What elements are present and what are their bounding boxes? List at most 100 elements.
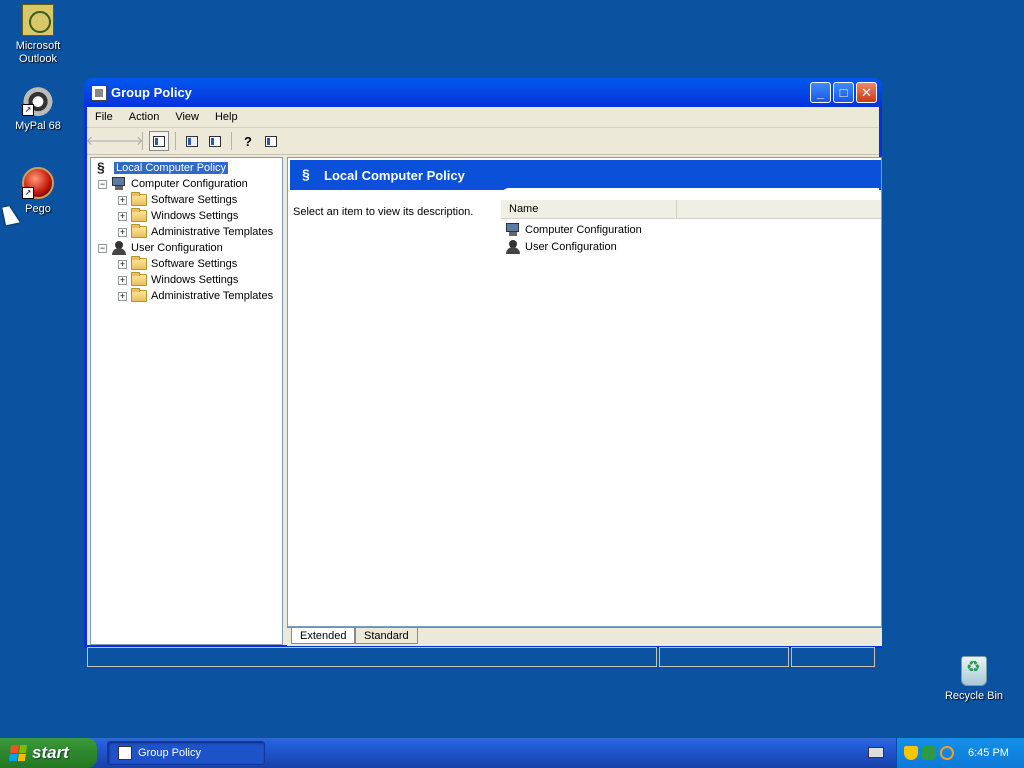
folder-icon [131, 192, 147, 206]
user-icon [111, 240, 127, 256]
status-cell [87, 647, 657, 667]
minimize-button[interactable]: _ [810, 82, 831, 103]
tree-item-user-administrative-templates[interactable]: + Administrative Templates [118, 288, 273, 304]
tab-extended[interactable]: Extended [291, 628, 356, 644]
mypal-icon: ↗ [22, 84, 54, 116]
system-tray: 6:45 PM [896, 738, 1024, 768]
show-hide-tree-icon[interactable] [149, 131, 169, 151]
tree-item-label: User Configuration [131, 242, 223, 254]
menu-file[interactable]: File [87, 111, 121, 123]
menu-bar: File Action View Help [87, 107, 879, 128]
list-item-label: User Configuration [525, 240, 617, 253]
tree-item-label: Administrative Templates [151, 290, 274, 302]
collapse-icon[interactable]: − [98, 179, 107, 189]
close-button[interactable]: ✕ [856, 82, 877, 103]
toolbar: 🡐 🡒 ? [86, 128, 879, 155]
folder-icon [131, 224, 147, 238]
desktop-icon-label: Microsoft Outlook [15, 40, 61, 65]
desktop-icon-recycle-bin[interactable]: Recycle Bin [934, 656, 1014, 703]
expand-icon[interactable]: + [118, 211, 127, 221]
menu-action[interactable]: Action [121, 111, 168, 123]
folder-icon [131, 288, 147, 302]
collapse-icon[interactable]: − [98, 243, 107, 253]
console-tree[interactable]: Local Computer Policy − Computer Configu… [90, 157, 283, 645]
desktop-icon-outlook[interactable]: Microsoft Outlook [0, 4, 78, 66]
export-list-icon[interactable] [205, 131, 225, 151]
outlook-icon [22, 4, 54, 36]
expand-icon[interactable]: + [118, 275, 127, 285]
tree-item-computer-administrative-templates[interactable]: + Administrative Templates [118, 224, 273, 240]
tree-item-label: Windows Settings [151, 274, 239, 286]
tree-item-label: Software Settings [151, 258, 238, 270]
tree-item-computer-configuration[interactable]: − Computer Configuration [98, 176, 248, 192]
user-icon [505, 239, 521, 255]
status-cell [791, 647, 875, 667]
result-pane[interactable]: Local Computer Policy Select an item to … [287, 157, 882, 627]
properties-icon[interactable] [182, 131, 202, 151]
start-button[interactable]: start [0, 738, 97, 768]
description-text: Select an item to view its description. [293, 206, 474, 218]
expand-icon[interactable]: + [118, 195, 127, 205]
menu-help[interactable]: Help [207, 111, 246, 123]
keyboard-icon[interactable] [868, 747, 884, 758]
security-shield-icon[interactable] [904, 746, 918, 760]
tree-item-label: Computer Configuration [131, 178, 248, 190]
tree-item-user-software-settings[interactable]: + Software Settings [118, 256, 237, 272]
window-titlebar[interactable]: Group Policy _ □ ✕ [87, 78, 879, 107]
banner-title: Local Computer Policy [324, 167, 465, 183]
expand-icon[interactable]: + [118, 227, 127, 237]
group-policy-app-icon [118, 746, 132, 760]
tree-item-user-windows-settings[interactable]: + Windows Settings [118, 272, 238, 288]
tree-item-label: Windows Settings [151, 210, 239, 222]
network-icon[interactable] [922, 746, 936, 760]
tree-item-computer-software-settings[interactable]: + Software Settings [118, 192, 237, 208]
folder-icon [131, 208, 147, 222]
taskbar-clock[interactable]: 6:45 PM [968, 747, 1009, 759]
desktop-icon-mypal[interactable]: ↗ MyPal 68 [0, 84, 78, 133]
computer-icon [111, 177, 127, 191]
tree-item-label: Administrative Templates [151, 226, 274, 238]
search-icon[interactable] [940, 746, 954, 760]
toolbar-separator [142, 132, 143, 150]
pego-icon: ↗ [22, 167, 54, 199]
tab-standard[interactable]: Standard [355, 628, 418, 644]
list-item[interactable]: Computer Configuration [501, 221, 881, 238]
forward-icon[interactable]: 🡒 [109, 131, 144, 151]
tree-item-user-configuration[interactable]: − User Configuration [98, 240, 223, 256]
desktop-icon-label: MyPal 68 [15, 120, 61, 132]
taskbar-button-group-policy[interactable]: Group Policy [107, 741, 265, 765]
show-hide-action-pane-icon[interactable] [261, 131, 281, 151]
folder-icon [131, 272, 147, 286]
recycle-bin-icon [961, 656, 987, 686]
tree-item-computer-windows-settings[interactable]: + Windows Settings [118, 208, 238, 224]
start-label: start [32, 743, 69, 762]
list-item[interactable]: User Configuration [501, 238, 881, 255]
column-header-name[interactable]: Name [501, 200, 677, 218]
windows-logo-icon [8, 745, 28, 761]
taskbar: start Group Policy 6:45 PM [0, 738, 1024, 768]
computer-icon [505, 222, 521, 237]
policy-scroll-icon [95, 159, 111, 176]
window-client-area: File Action View Help 🡐 🡒 ? Local Comput… [86, 107, 882, 667]
expand-icon[interactable]: + [118, 291, 127, 301]
result-banner: Local Computer Policy [290, 160, 881, 190]
menu-view[interactable]: View [167, 111, 207, 123]
banner-notch [501, 188, 879, 196]
expand-icon[interactable]: + [118, 259, 127, 269]
taskbar-button-label: Group Policy [138, 747, 201, 759]
help-icon[interactable]: ? [238, 131, 258, 151]
group-policy-window[interactable]: Group Policy _ □ ✕ File Action View Help… [84, 78, 882, 667]
tree-item-local-computer-policy[interactable]: Local Computer Policy [95, 159, 229, 176]
toolbar-separator [231, 132, 232, 150]
toolbar-separator [175, 132, 176, 150]
group-policy-app-icon [91, 84, 107, 101]
view-tabs: Extended Standard [287, 627, 882, 646]
result-list[interactable]: Name Computer Configuration User Configu… [501, 200, 881, 255]
status-cell [659, 647, 789, 667]
window-title: Group Policy [111, 85, 192, 100]
tree-item-label: Software Settings [151, 194, 238, 206]
list-header: Name [501, 200, 881, 219]
maximize-button[interactable]: □ [833, 82, 854, 103]
tree-item-label: Local Computer Policy [114, 162, 229, 174]
folder-icon [131, 256, 147, 270]
